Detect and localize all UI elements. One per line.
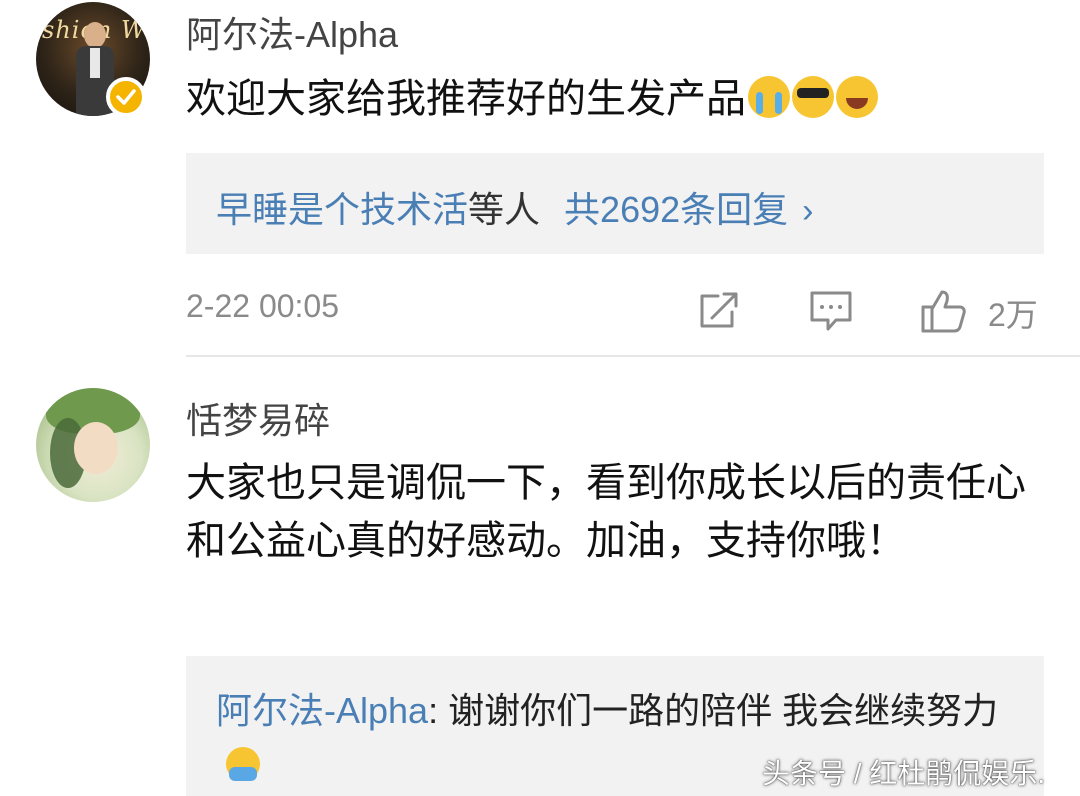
- comment-text: 大家也只是调侃一下，看到你成长以后的责任心和公益心真的好感动。加油，支持你哦！: [186, 461, 1026, 563]
- comment-meta-row: 2-22 00:05 2万: [0, 288, 1080, 334]
- sunglasses-face-emoji-icon: [792, 76, 834, 118]
- reply-body: 谢谢你们一路的陪伴 我会继续努力: [448, 690, 999, 731]
- reply-author-link[interactable]: 阿尔法-Alpha: [216, 690, 428, 731]
- avatar-person-shirt: [90, 48, 100, 78]
- laughing-tears-emoji-icon: [836, 76, 878, 118]
- replies-summary-box[interactable]: 早睡是个技术活等人 共2692条回复 ›: [186, 153, 1044, 254]
- verified-badge-icon: [106, 77, 146, 117]
- like-icon[interactable]: [920, 288, 966, 334]
- username[interactable]: 阿尔法-Alpha: [186, 6, 398, 58]
- replier-link[interactable]: 早睡是个技术活: [216, 189, 468, 230]
- forward-icon[interactable]: [696, 288, 742, 334]
- avatar-person-head: [84, 22, 106, 48]
- crying-face-emoji-icon: [748, 76, 790, 118]
- replies-summary-middle: 等人: [468, 189, 541, 230]
- comment-text: 欢迎大家给我推荐好的生发产品: [186, 70, 878, 128]
- watermark: 头条号 / 红杜鹃侃娱乐.: [762, 758, 1046, 789]
- reply-separator: :: [428, 690, 449, 731]
- reply-count-link[interactable]: 共2692条回复: [564, 189, 788, 230]
- comment-card-1: shion W 阿尔法-Alpha 欢迎大家给我推荐好的生发产品 早睡是个技术活…: [0, 0, 1080, 356]
- username[interactable]: 恬梦易碎: [186, 392, 330, 444]
- chevron-right-icon[interactable]: ›: [802, 192, 813, 231]
- avatar-face: [74, 422, 118, 474]
- comment-card-2: 恬梦易碎 大家也只是调侃一下，看到你成长以后的责任心和公益心真的好感动。加油，支…: [0, 356, 1080, 796]
- hug-emoji-icon: [226, 747, 260, 781]
- timestamp: 2-22 00:05: [186, 288, 340, 324]
- comment-icon[interactable]: [808, 288, 854, 334]
- replies-summary-line: 早睡是个技术活等人 共2692条回复 ›: [216, 181, 813, 233]
- like-count: 2万: [988, 297, 1038, 333]
- comment-text-body: 欢迎大家给我推荐好的生发产品: [186, 77, 746, 121]
- avatar[interactable]: [36, 388, 150, 502]
